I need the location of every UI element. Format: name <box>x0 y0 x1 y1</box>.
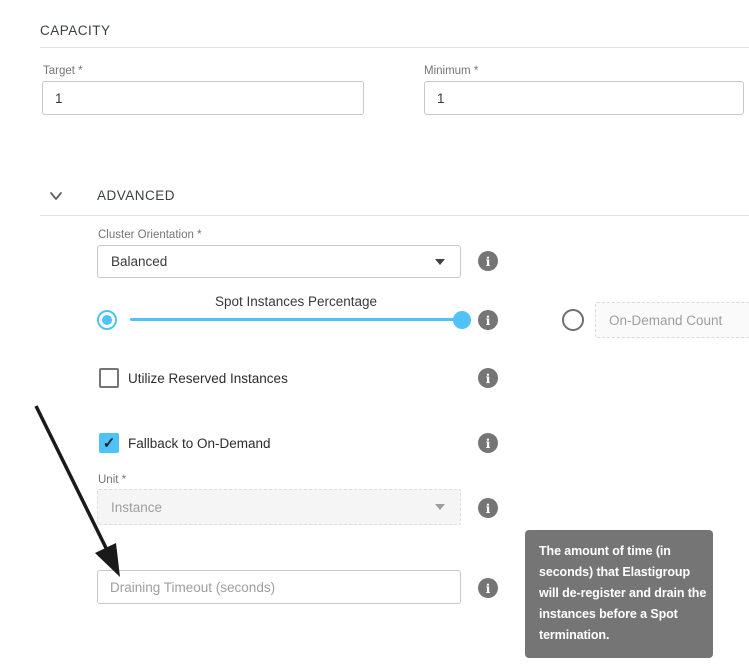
caret-down-icon <box>435 504 445 510</box>
tooltip-line: will de-register and drain the <box>539 583 699 604</box>
fallback-to-on-demand-checkbox[interactable]: ✓ <box>99 433 119 453</box>
utilize-reserved-instances-checkbox[interactable] <box>99 368 119 388</box>
capacity-settings-panel: CAPACITY Target * Minimum * ADVANCED Clu… <box>0 0 749 671</box>
info-icon[interactable]: i <box>478 368 498 388</box>
unit-select-disabled: Instance <box>97 489 461 525</box>
minimum-input[interactable] <box>424 81 744 115</box>
cluster-orientation-label: Cluster Orientation * <box>98 229 202 241</box>
info-icon[interactable]: i <box>478 578 498 598</box>
tooltip-line: termination. <box>539 625 699 646</box>
caret-down-icon <box>435 259 445 265</box>
unit-value: Instance <box>111 500 162 515</box>
chevron-down-icon[interactable] <box>48 188 64 204</box>
target-input[interactable] <box>42 81 364 115</box>
minimum-field-label: Minimum * <box>424 65 478 77</box>
capacity-section-title: CAPACITY <box>40 23 111 38</box>
on-demand-count-input <box>595 302 749 338</box>
spot-percentage-slider-thumb[interactable] <box>453 311 471 329</box>
unit-label: Unit * <box>98 474 126 486</box>
tooltip-line: The amount of time (in <box>539 541 699 562</box>
draining-timeout-tooltip: The amount of time (in seconds) that Ela… <box>525 530 713 658</box>
info-icon[interactable]: i <box>478 251 498 271</box>
spot-percentage-radio[interactable] <box>97 310 117 330</box>
advanced-divider <box>40 215 749 216</box>
draining-timeout-input[interactable] <box>97 570 461 604</box>
target-field-label: Target * <box>43 65 83 77</box>
cluster-orientation-value: Balanced <box>111 254 167 269</box>
spot-instances-percentage-label: Spot Instances Percentage <box>130 294 462 309</box>
tooltip-line: instances before a Spot <box>539 604 699 625</box>
checkmark-icon: ✓ <box>103 436 116 451</box>
on-demand-count-radio[interactable] <box>562 309 584 331</box>
cluster-orientation-select[interactable]: Balanced <box>97 245 461 278</box>
advanced-section-title: ADVANCED <box>97 188 175 203</box>
radio-dot <box>102 315 112 325</box>
utilize-reserved-instances-label: Utilize Reserved Instances <box>128 371 288 386</box>
info-icon[interactable]: i <box>478 310 498 330</box>
info-icon[interactable]: i <box>478 498 498 518</box>
info-icon[interactable]: i <box>478 433 498 453</box>
fallback-to-on-demand-label: Fallback to On-Demand <box>128 436 271 451</box>
tooltip-line: seconds) that Elastigroup <box>539 562 699 583</box>
capacity-divider <box>40 47 749 48</box>
spot-percentage-slider-track[interactable] <box>130 318 462 321</box>
